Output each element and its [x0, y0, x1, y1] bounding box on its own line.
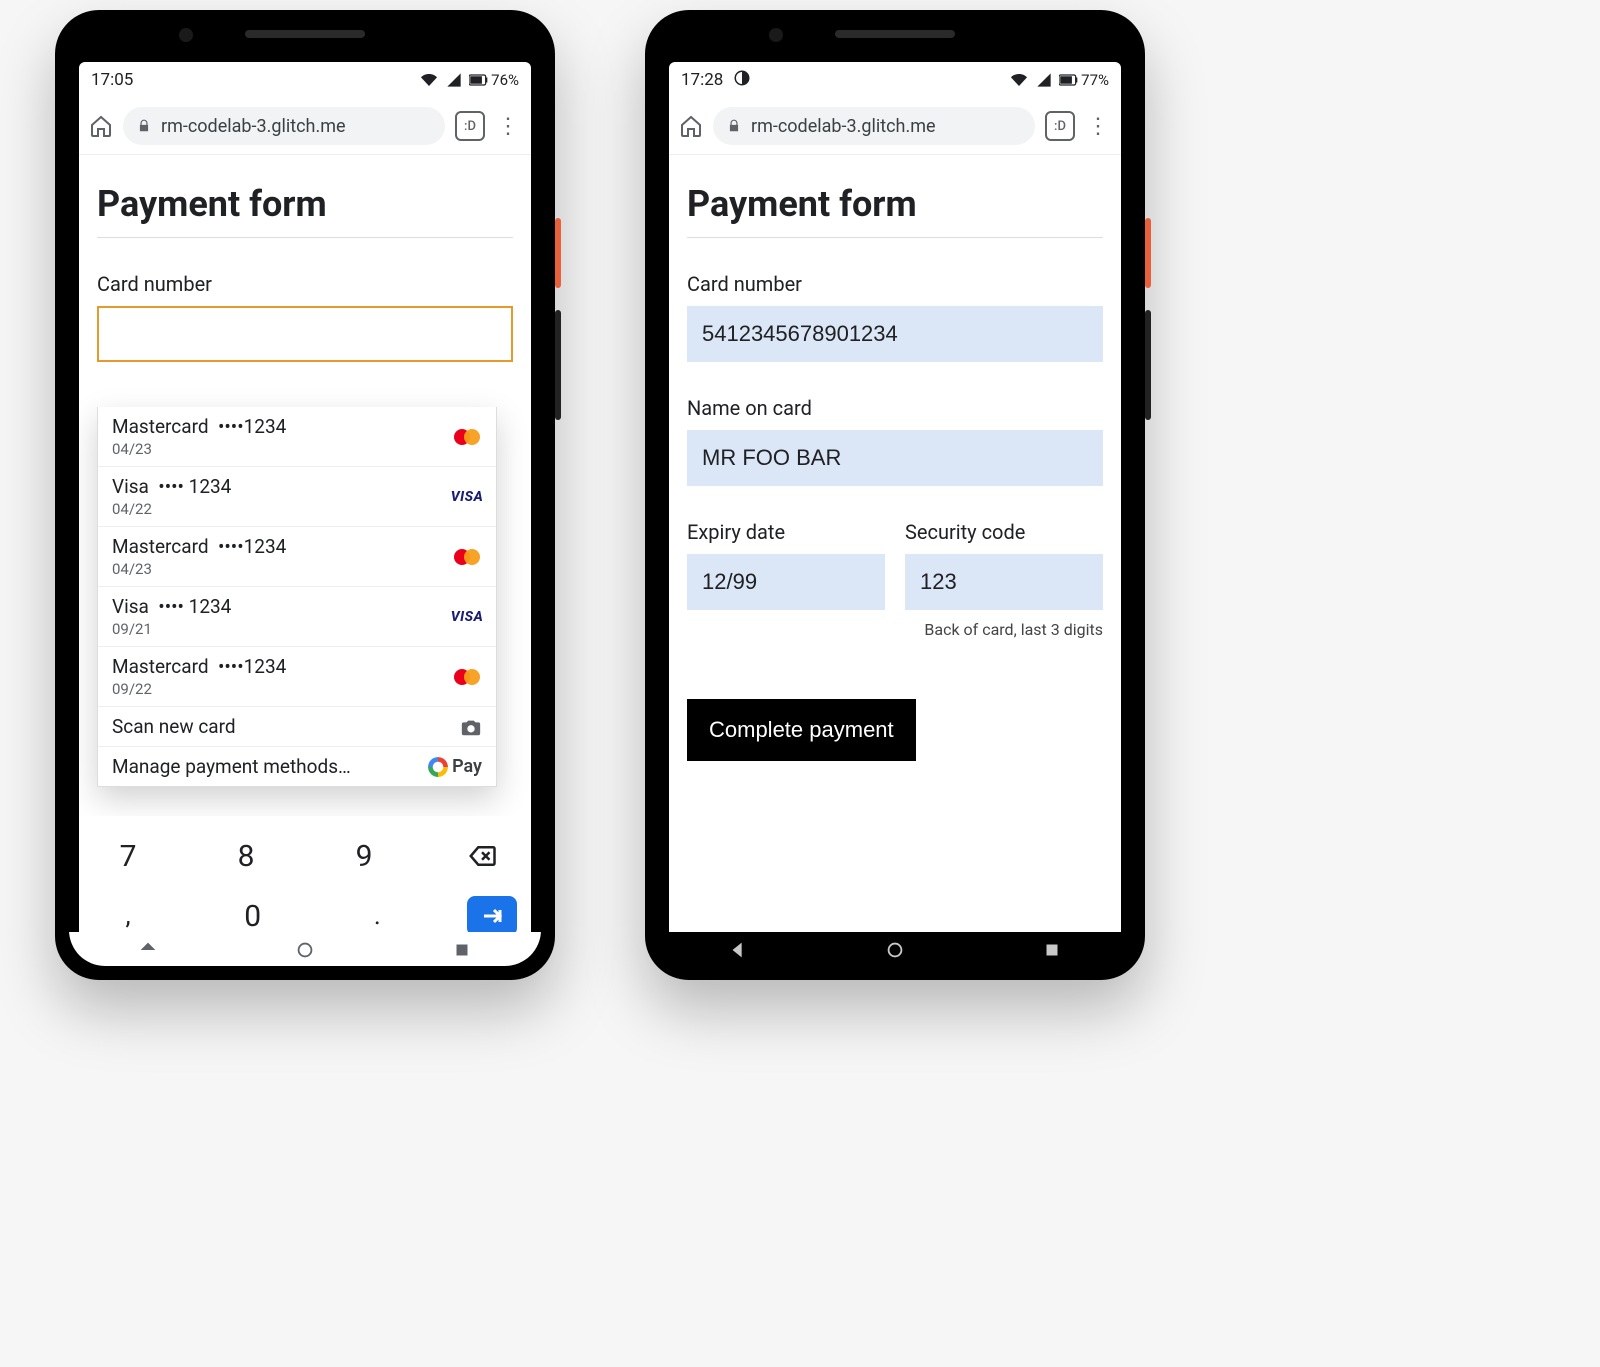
status-bar: 17:05 76%	[79, 62, 531, 98]
name-on-card-label: Name on card	[687, 396, 1103, 420]
card-number-input[interactable]	[687, 306, 1103, 362]
autofill-card-option[interactable]: Visa •••• 1234 09/21 VISA	[98, 587, 496, 647]
signal-icon	[1035, 72, 1053, 88]
camera-icon	[460, 716, 482, 738]
visa-icon: VISA	[451, 609, 484, 625]
phone-left: 17:05 76%	[55, 10, 555, 980]
nav-recents-icon[interactable]	[1041, 939, 1063, 961]
autofill-card-option[interactable]: Mastercard ••••1234 04/23	[98, 527, 496, 587]
earpiece	[835, 30, 955, 38]
browser-toolbar: rm-codelab-3.glitch.me :D ⋮	[79, 98, 531, 155]
tab-switcher[interactable]: :D	[1045, 111, 1075, 141]
status-time: 17:28	[681, 70, 723, 90]
autofill-card-option[interactable]: Visa •••• 1234 04/22 VISA	[98, 467, 496, 527]
battery-indicator: 77%	[1059, 71, 1109, 89]
manage-payment-methods[interactable]: Manage payment methods… Pay	[98, 747, 496, 786]
visa-icon: VISA	[451, 489, 484, 505]
battery-percent: 76%	[491, 71, 519, 89]
signal-icon	[445, 72, 463, 88]
page-title: Payment form	[97, 183, 513, 238]
complete-payment-button[interactable]: Complete payment	[687, 699, 916, 761]
mastercard-icon	[452, 667, 482, 687]
expiry-input[interactable]	[687, 554, 885, 610]
autofill-card-option[interactable]: Mastercard ••••1234 09/22	[98, 647, 496, 707]
url-text: rm-codelab-3.glitch.me	[161, 116, 346, 137]
android-navbar	[69, 932, 541, 966]
mastercard-icon	[452, 547, 482, 567]
browser-toolbar: rm-codelab-3.glitch.me :D ⋮	[669, 98, 1121, 155]
page-title: Payment form	[687, 183, 1103, 238]
autofill-dropdown: Mastercard ••••1234 04/23 Visa •••• 1234…	[97, 407, 497, 787]
gpay-icon: Pay	[428, 756, 482, 777]
power-button	[555, 218, 561, 288]
nav-recents-icon[interactable]	[451, 939, 473, 961]
status-time: 17:05	[91, 70, 133, 90]
nav-back-icon[interactable]	[727, 939, 749, 961]
wifi-icon	[419, 72, 439, 88]
security-code-input[interactable]	[905, 554, 1103, 610]
battery-indicator: 76%	[469, 71, 519, 89]
tab-switcher[interactable]: :D	[455, 111, 485, 141]
mastercard-icon	[452, 427, 482, 447]
card-number-input[interactable]	[97, 306, 513, 362]
status-bar: 17:28 77%	[669, 62, 1121, 98]
security-code-label: Security code	[905, 520, 1103, 544]
home-button[interactable]	[89, 114, 113, 138]
nav-home-icon[interactable]	[294, 939, 316, 961]
wifi-icon	[1009, 72, 1029, 88]
data-saver-icon	[733, 69, 751, 92]
home-button[interactable]	[679, 114, 703, 138]
address-bar[interactable]: rm-codelab-3.glitch.me	[713, 107, 1035, 145]
front-camera	[179, 28, 193, 42]
front-camera	[769, 28, 783, 42]
autofill-card-option[interactable]: Mastercard ••••1234 04/23	[98, 407, 496, 467]
lock-icon	[727, 119, 741, 133]
key-7[interactable]: 7	[93, 831, 163, 881]
scan-new-card[interactable]: Scan new card	[98, 707, 496, 747]
volume-button	[555, 310, 561, 420]
overflow-menu[interactable]: ⋮	[495, 114, 521, 139]
address-bar[interactable]: rm-codelab-3.glitch.me	[123, 107, 445, 145]
key-backspace[interactable]	[447, 831, 517, 881]
volume-button	[1145, 310, 1151, 420]
expiry-label: Expiry date	[687, 520, 885, 544]
battery-percent: 77%	[1081, 71, 1109, 89]
key-next[interactable]	[467, 896, 517, 936]
card-number-label: Card number	[687, 272, 1103, 296]
android-navbar	[659, 932, 1131, 966]
lock-icon	[137, 119, 151, 133]
card-number-label: Card number	[97, 272, 513, 296]
security-code-hint: Back of card, last 3 digits	[687, 620, 1103, 639]
earpiece	[245, 30, 365, 38]
overflow-menu[interactable]: ⋮	[1085, 114, 1111, 139]
nav-home-icon[interactable]	[884, 939, 906, 961]
key-9[interactable]: 9	[329, 831, 399, 881]
power-button	[1145, 218, 1151, 288]
nav-back-icon[interactable]	[137, 939, 159, 961]
name-on-card-input[interactable]	[687, 430, 1103, 486]
phone-right: 17:28 77%	[645, 10, 1145, 980]
key-8[interactable]: 8	[211, 831, 281, 881]
url-text: rm-codelab-3.glitch.me	[751, 116, 936, 137]
